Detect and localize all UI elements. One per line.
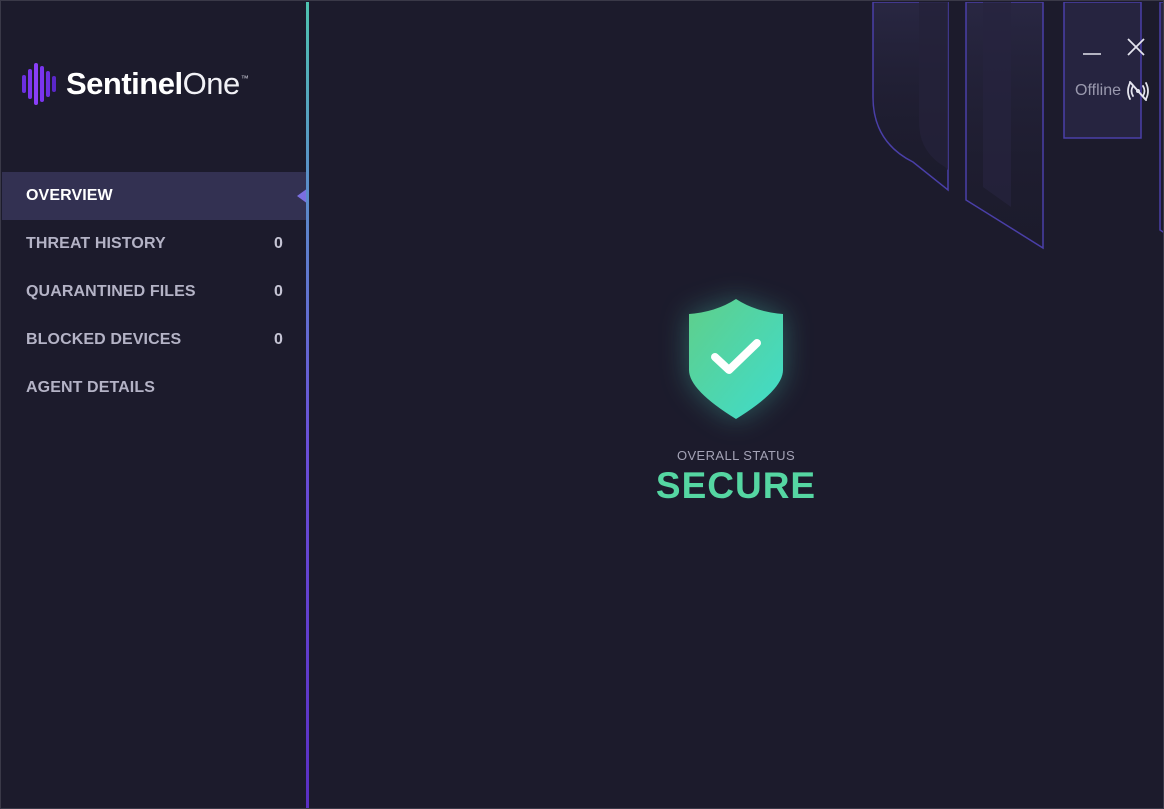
sidebar-nav: OVERVIEW THREAT HISTORY 0 QUARANTINED FI… — [2, 172, 308, 412]
sidebar-item-label: OVERVIEW — [26, 187, 113, 204]
status-value: SECURE — [655, 465, 817, 506]
sidebar-item-label: AGENT DETAILS — [26, 379, 156, 396]
brand-trademark: ™ — [240, 74, 249, 83]
sidebar-item-label: THREAT HISTORY — [26, 235, 166, 252]
no-signal-icon — [1127, 81, 1149, 101]
window-controls — [1081, 36, 1147, 58]
minimize-button[interactable] — [1081, 36, 1103, 58]
sidebar-item-agent-details[interactable]: AGENT DETAILS — [2, 364, 307, 412]
sidebar: SentinelOne™ OVERVIEW THREAT HISTORY 0 Q… — [2, 2, 308, 808]
sidebar-item-threat-history[interactable]: THREAT HISTORY 0 — [2, 220, 307, 268]
sidebar-item-label: QUARANTINED FILES — [26, 283, 196, 300]
sentinelone-logo-icon — [22, 63, 56, 105]
brand-name: SentinelOne™ — [66, 66, 249, 102]
connection-status: Offline — [1075, 80, 1149, 102]
sidebar-item-count: 0 — [274, 235, 283, 252]
shield-check-icon — [689, 299, 783, 419]
brand-logo: SentinelOne™ — [22, 62, 249, 106]
sidebar-item-count: 0 — [274, 283, 283, 300]
sidebar-item-quarantined-files[interactable]: QUARANTINED FILES 0 — [2, 268, 307, 316]
status-caption: OVERALL STATUS — [676, 448, 796, 463]
sidebar-item-overview[interactable]: OVERVIEW — [2, 172, 308, 220]
sidebar-item-count: 0 — [274, 331, 283, 348]
sidebar-item-blocked-devices[interactable]: BLOCKED DEVICES 0 — [2, 316, 307, 364]
sidebar-item-label: BLOCKED DEVICES — [26, 331, 182, 348]
minimize-icon — [1083, 53, 1101, 55]
connection-status-label: Offline — [1075, 82, 1121, 99]
overview-panel: Offline OVERALL STATUS SECURE — [309, 2, 1163, 808]
close-icon — [1127, 38, 1145, 56]
sentinelone-agent-window: SentinelOne™ OVERVIEW THREAT HISTORY 0 Q… — [0, 0, 1164, 809]
brand-name-light: One — [182, 66, 241, 101]
brand-name-strong: Sentinel — [66, 66, 183, 101]
close-button[interactable] — [1125, 36, 1147, 58]
overall-status: OVERALL STATUS SECURE — [309, 292, 1163, 507]
